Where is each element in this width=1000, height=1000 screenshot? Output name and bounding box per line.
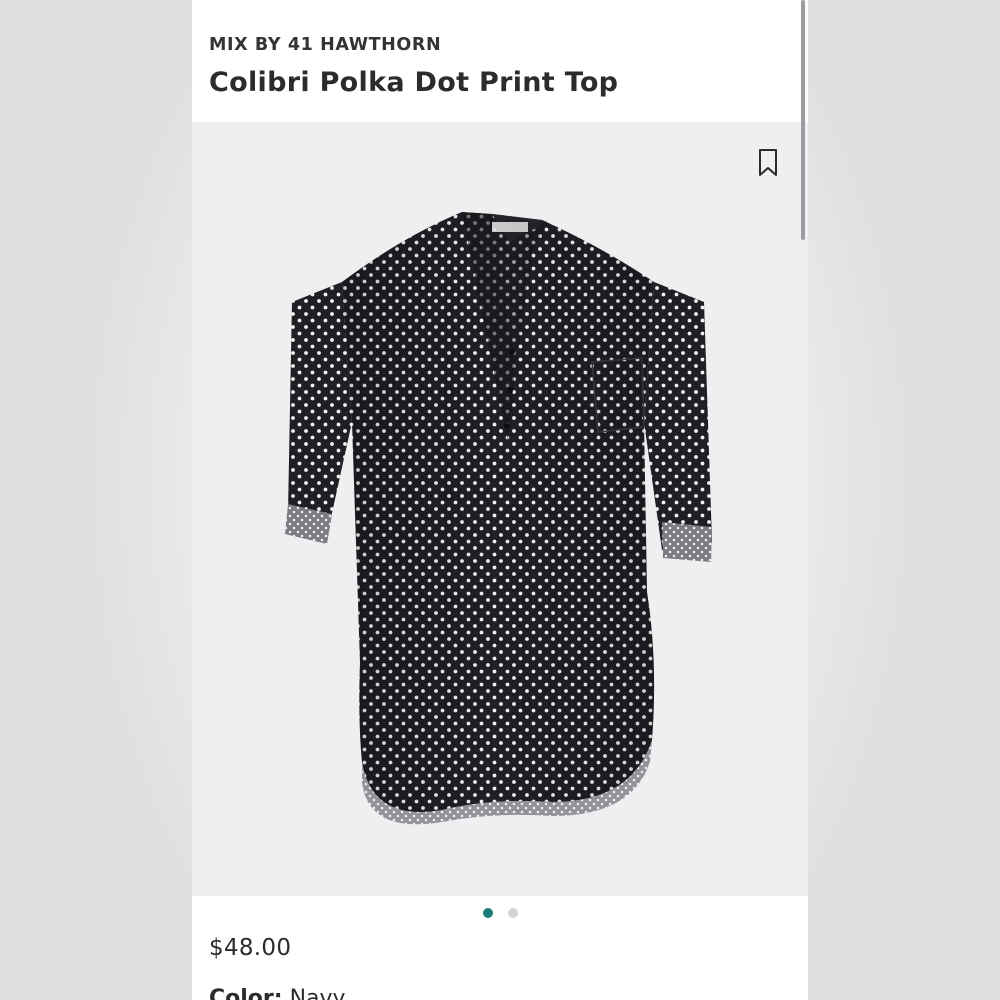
brand-name[interactable]: MIX BY 41 HAWTHORN	[209, 35, 441, 55]
product-title: Colibri Polka Dot Print Top	[209, 67, 619, 98]
color-selection: Color: Navy	[209, 986, 346, 1000]
scrollbar[interactable]	[801, 0, 805, 240]
carousel-dot-2[interactable]	[508, 908, 518, 918]
color-value: Navy	[289, 986, 346, 1000]
product-price: $48.00	[209, 935, 292, 961]
product-detail-screen: MIX BY 41 HAWTHORN Colibri Polka Dot Pri…	[192, 0, 808, 1000]
polka-dot-top-image	[285, 212, 712, 825]
color-label: Color:	[209, 986, 283, 1000]
carousel-pagination	[192, 904, 808, 922]
bookmark-icon[interactable]	[757, 148, 779, 178]
carousel-dot-1[interactable]	[483, 908, 493, 918]
